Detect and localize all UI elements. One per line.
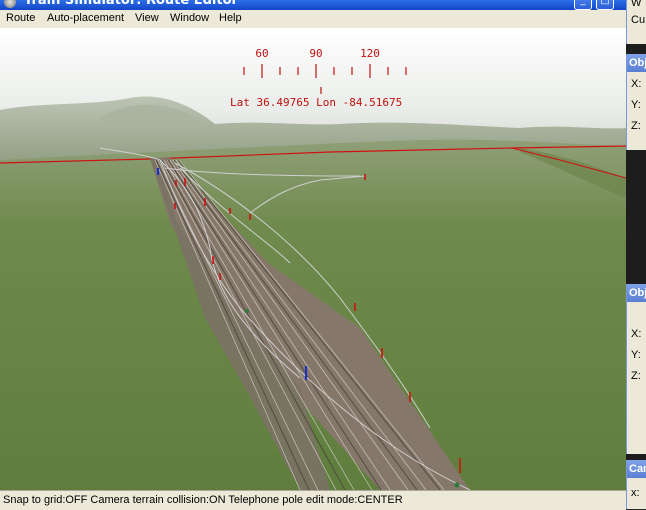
object-panel-1[interactable]: Obj X: Y: Z: — [626, 54, 646, 150]
compass-label-120: 120 — [360, 47, 380, 60]
status-bar: Snap to grid:OFF Camera terrain collisio… — [0, 490, 626, 510]
top-tool-panel[interactable]: W Cu — [626, 0, 646, 44]
object-panel-2-title[interactable]: Obj — [627, 284, 646, 302]
camera-panel-title[interactable]: Cam — [627, 460, 646, 478]
menu-window[interactable]: Window — [170, 12, 209, 24]
camera-panel[interactable]: Cam x: — [626, 460, 646, 509]
menu-help[interactable]: Help — [219, 12, 242, 24]
lat-lon-readout: Lat 36.49765 Lon -84.51675 — [230, 96, 403, 109]
menu-bar: Route Auto-placement View Window Help — [0, 10, 626, 28]
object-panel-1-y: Y: — [631, 99, 641, 111]
object-panel-1-x: X: — [631, 78, 642, 90]
title-bar: Train Simulator: Route Editor _ □ — [0, 0, 646, 10]
minimize-button[interactable]: _ — [574, 0, 592, 10]
compass-overlay: 60 90 120 Lat 36.49765 Lon -84.51675 — [0, 28, 626, 118]
object-panel-2-y: Y: — [631, 349, 641, 361]
object-panel-1-z: Z: — [631, 120, 641, 132]
route-viewport[interactable]: 60 90 120 Lat 36.49765 Lon -84.51675 — [0, 28, 626, 490]
object-panel-2[interactable]: Obj X: Y: Z: — [626, 284, 646, 454]
compass-label-90: 90 — [309, 47, 323, 60]
maximize-button[interactable]: □ — [596, 0, 614, 10]
window-title: Train Simulator: Route Editor — [24, 0, 238, 8]
app-icon[interactable] — [4, 0, 16, 8]
camera-panel-x: x: — [631, 487, 640, 499]
top-panel-label: W — [631, 0, 642, 9]
top-panel-cu-label: Cu — [631, 14, 646, 26]
menu-view[interactable]: View — [135, 12, 159, 24]
menu-auto-placement[interactable]: Auto-placement — [47, 12, 124, 24]
compass-label-60: 60 — [255, 47, 269, 60]
object-panel-1-title[interactable]: Obj — [627, 54, 646, 72]
status-text: Snap to grid:OFF Camera terrain collisio… — [3, 494, 403, 506]
object-panel-2-z: Z: — [631, 370, 641, 382]
object-panel-2-x: X: — [631, 328, 642, 340]
menu-route[interactable]: Route — [6, 12, 35, 24]
